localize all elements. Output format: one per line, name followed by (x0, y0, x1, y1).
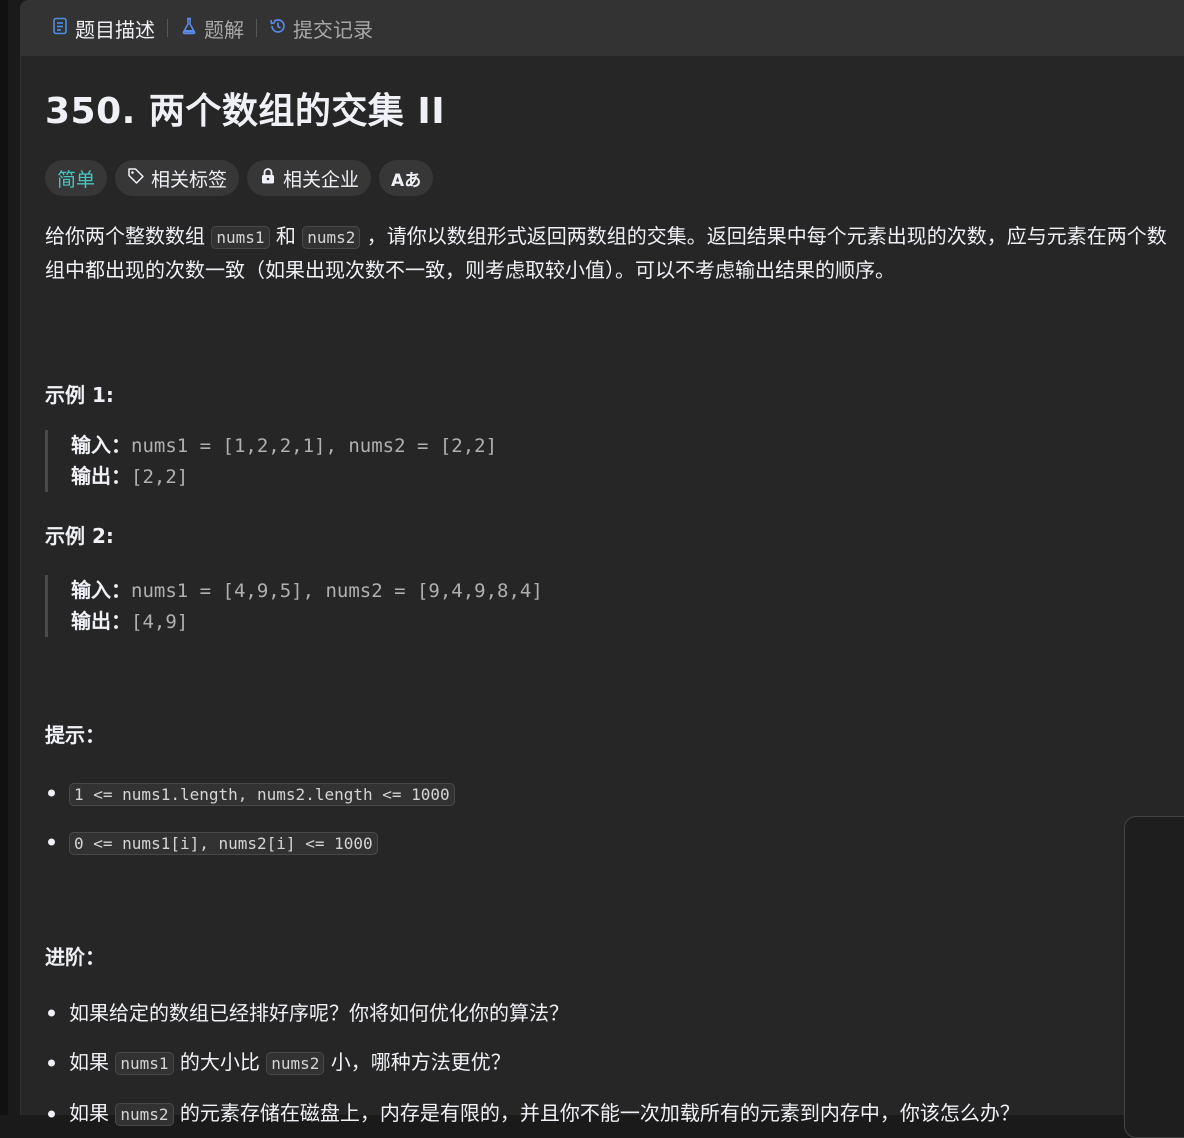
list-item: 如果给定的数组已经排好序呢？你将如何优化你的算法？ (45, 998, 1184, 1028)
document-icon (51, 16, 69, 40)
example-2-block: 输入：nums1 = [4,9,5], nums2 = [9,4,9,8,4] … (45, 575, 1184, 637)
tab-solutions[interactable]: 题解 (172, 14, 252, 43)
output-value: [2,2] (131, 466, 189, 488)
list-item: 如果 nums2 的元素存储在磁盘上，内存是有限的，并且你不能一次加载所有的元素… (45, 1098, 1184, 1130)
tab-divider (256, 19, 257, 37)
tab-label: 题解 (204, 17, 244, 42)
input-value: nums1 = [4,9,5], nums2 = [9,4,9,8,4] (131, 580, 543, 602)
inline-code: nums2 (266, 1052, 325, 1075)
inline-code: nums2 (302, 226, 361, 249)
list-text: 如果 (69, 1101, 116, 1125)
input-label: 输入： (71, 433, 131, 457)
output-value: [4,9] (131, 611, 189, 633)
hints-heading: 提示： (45, 723, 105, 747)
tab-bar: 题目描述 题解 提交记录 (21, 0, 1184, 56)
example-1-heading: 示例 1: (45, 383, 114, 407)
desc-text: 给你两个整数数组 (45, 224, 212, 248)
input-label: 输入： (71, 578, 131, 602)
output-label: 输出： (71, 609, 131, 633)
history-icon (269, 16, 287, 40)
list-text: 的元素存储在磁盘上，内存是有限的，并且你不能一次加载所有的元素到内存中，你该怎么… (173, 1101, 1020, 1125)
tag-icon (127, 167, 145, 190)
advanced-heading: 进阶： (45, 945, 105, 969)
tab-description[interactable]: 题目描述 (43, 14, 163, 43)
tab-label: 题目描述 (75, 17, 155, 42)
related-tags-label: 相关标签 (151, 168, 228, 191)
list-text: 如果 (69, 1050, 116, 1074)
list-item: 如果 nums1 的大小比 nums2 小，哪种方法更优？ (45, 1047, 1184, 1079)
tab-submissions[interactable]: 提交记录 (261, 14, 381, 43)
tag-row: 简单 相关标签 相关企业 Aあ (45, 160, 1184, 196)
lock-icon (259, 167, 277, 190)
inline-code: 0 <= nums1[i], nums2[i] <= 1000 (69, 832, 378, 855)
related-tags-button[interactable]: 相关标签 (115, 160, 240, 196)
difficulty-badge[interactable]: 简单 (45, 160, 108, 196)
advanced-list: 如果给定的数组已经排好序呢？你将如何优化你的算法？ 如果 nums1 的大小比 … (45, 998, 1184, 1130)
translate-button[interactable]: Aあ (379, 160, 434, 196)
inline-code: 1 <= nums1.length, nums2.length <= 1000 (69, 783, 455, 806)
list-text: 小，哪种方法更优？ (324, 1050, 511, 1074)
related-companies-button[interactable]: 相关企业 (247, 160, 372, 196)
problem-title: 350. 两个数组的交集 II (45, 91, 446, 132)
list-text: 的大小比 (173, 1050, 267, 1074)
hints-list: 1 <= nums1.length, nums2.length <= 1000 … (45, 778, 1184, 857)
list-text: 如果给定的数组已经排好序呢？你将如何优化你的算法？ (69, 1001, 569, 1025)
inline-code: nums1 (211, 226, 270, 249)
translate-icon: Aあ (391, 170, 422, 191)
floating-panel[interactable] (1124, 816, 1184, 1138)
list-item: 0 <= nums1[i], nums2[i] <= 1000 (45, 827, 1184, 857)
flask-icon (180, 16, 198, 40)
list-item: 1 <= nums1.length, nums2.length <= 1000 (45, 778, 1184, 808)
input-value: nums1 = [1,2,2,1], nums2 = [2,2] (131, 435, 498, 457)
example-2-heading: 示例 2: (45, 524, 114, 548)
difficulty-label: 简单 (57, 168, 96, 191)
problem-description: 给你两个整数数组 nums1 和 nums2 ，请你以数组形式返回两数组的交集。… (45, 220, 1184, 287)
left-edge (0, 0, 8, 1115)
tab-label: 提交记录 (293, 17, 373, 42)
output-label: 输出： (71, 464, 131, 488)
inline-code: nums1 (115, 1052, 174, 1075)
example-1-block: 输入：nums1 = [1,2,2,1], nums2 = [2,2] 输出：[… (45, 430, 1184, 492)
problem-panel: 题目描述 题解 提交记录 350. 两个数组的交集 II 简单 相关标签 相关企… (20, 0, 1184, 1126)
tab-divider (167, 19, 168, 37)
related-companies-label: 相关企业 (283, 168, 360, 191)
desc-text: 和 (269, 224, 303, 248)
